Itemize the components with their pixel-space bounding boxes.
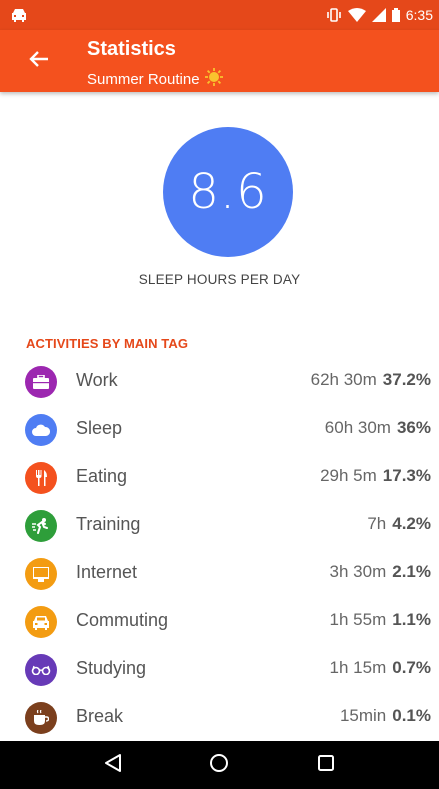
- sleep-hours-value: 8.6: [188, 164, 268, 220]
- nav-recents-button[interactable]: [306, 745, 346, 785]
- activity-name: Sleep: [76, 418, 123, 438]
- list-item-work[interactable]: Work 62h 30m 37.2%: [0, 358, 439, 406]
- cloud-icon: [25, 414, 57, 446]
- wifi-icon: [347, 8, 366, 22]
- activity-percent: 0.7%: [392, 658, 431, 677]
- activity-name: Break: [76, 706, 124, 726]
- list-item-eating[interactable]: Eating 29h 5m 17.3%: [0, 454, 439, 502]
- activity-name: Studying: [76, 658, 147, 678]
- system-nav-bar: [0, 741, 439, 789]
- sleep-hours-circle: 8.6: [163, 127, 293, 257]
- status-time: 6:35: [405, 7, 433, 23]
- activity-duration: 1h 55m: [329, 610, 387, 629]
- list-item-internet[interactable]: Internet 3h 30m 2.1%: [0, 550, 439, 598]
- list-item-sleep[interactable]: Sleep 60h 30m 36%: [0, 406, 439, 454]
- app-bar: Statistics Summer Routine: [0, 30, 439, 92]
- car-icon: [25, 606, 57, 638]
- activity-stats: 3h 30m 2.1%: [330, 562, 431, 582]
- activity-percent: 1.1%: [392, 610, 431, 629]
- activity-percent: 2.1%: [392, 562, 431, 581]
- activity-stats: 1h 55m 1.1%: [330, 610, 431, 630]
- activity-percent: 0.1%: [392, 706, 431, 725]
- nav-home-button[interactable]: [199, 745, 239, 785]
- back-button[interactable]: [22, 46, 56, 76]
- status-bar: 6:35: [0, 0, 439, 30]
- activity-name: Commuting: [76, 610, 169, 630]
- home-circle-icon: [209, 753, 229, 778]
- activity-stats: 15min 0.1%: [340, 706, 431, 726]
- activity-name: Work: [76, 370, 118, 390]
- monitor-icon: [25, 558, 57, 590]
- subtitle-text: Summer Routine: [87, 70, 200, 88]
- activity-duration: 15min: [339, 706, 387, 725]
- activity-percent: 4.2%: [392, 514, 431, 533]
- activity-duration: 29h 5m: [320, 466, 377, 485]
- vibrate-icon: [326, 8, 342, 22]
- activity-stats: 60h 30m 36%: [325, 418, 431, 438]
- activity-name: Eating: [76, 466, 128, 486]
- activity-name: Internet: [76, 562, 138, 582]
- activity-duration: 7h: [367, 514, 387, 533]
- signal-icon: [371, 8, 386, 22]
- battery-icon: [391, 8, 400, 22]
- activity-percent: 36%: [396, 418, 431, 437]
- activities-list: Work 62h 30m 37.2% Sleep 60h 30m 36% Eat…: [0, 358, 439, 742]
- recents-square-icon: [317, 754, 335, 777]
- nav-back-button[interactable]: [93, 745, 133, 785]
- activity-duration: 3h 30m: [329, 562, 387, 581]
- cutlery-icon: [25, 462, 57, 494]
- page-title: Statistics: [87, 38, 176, 60]
- activity-duration: 62h 30m: [310, 370, 377, 389]
- running-icon: [25, 510, 57, 542]
- activity-duration: 1h 15m: [329, 658, 387, 677]
- coffee-icon: [25, 702, 57, 734]
- activity-stats: 62h 30m 37.2%: [311, 370, 431, 390]
- activity-stats: 7h 4.2%: [367, 514, 431, 534]
- activity-percent: 17.3%: [382, 466, 431, 485]
- page-subtitle: Summer Routine: [87, 67, 224, 91]
- activity-percent: 37.2%: [382, 370, 431, 389]
- sleep-hours-label: SLEEP HOURS PER DAY: [138, 272, 301, 287]
- sun-icon: [204, 67, 224, 91]
- list-item-studying[interactable]: Studying 1h 15m 0.7%: [0, 646, 439, 694]
- activity-stats: 29h 5m 17.3%: [320, 466, 431, 486]
- car-icon: [10, 7, 28, 23]
- briefcase-icon: [25, 366, 57, 398]
- arrow-left-icon: [29, 50, 49, 73]
- activity-duration: 60h 30m: [324, 418, 391, 437]
- list-item-commuting[interactable]: Commuting 1h 55m 1.1%: [0, 598, 439, 646]
- activity-name: Training: [76, 514, 141, 534]
- section-title: ACTIVITIES BY MAIN TAG: [26, 336, 189, 351]
- glasses-icon: [25, 654, 57, 686]
- list-item-training[interactable]: Training 7h 4.2%: [0, 502, 439, 550]
- activity-stats: 1h 15m 0.7%: [330, 658, 431, 678]
- back-triangle-icon: [104, 753, 122, 778]
- list-item-break[interactable]: Break 15min 0.1%: [0, 694, 439, 742]
